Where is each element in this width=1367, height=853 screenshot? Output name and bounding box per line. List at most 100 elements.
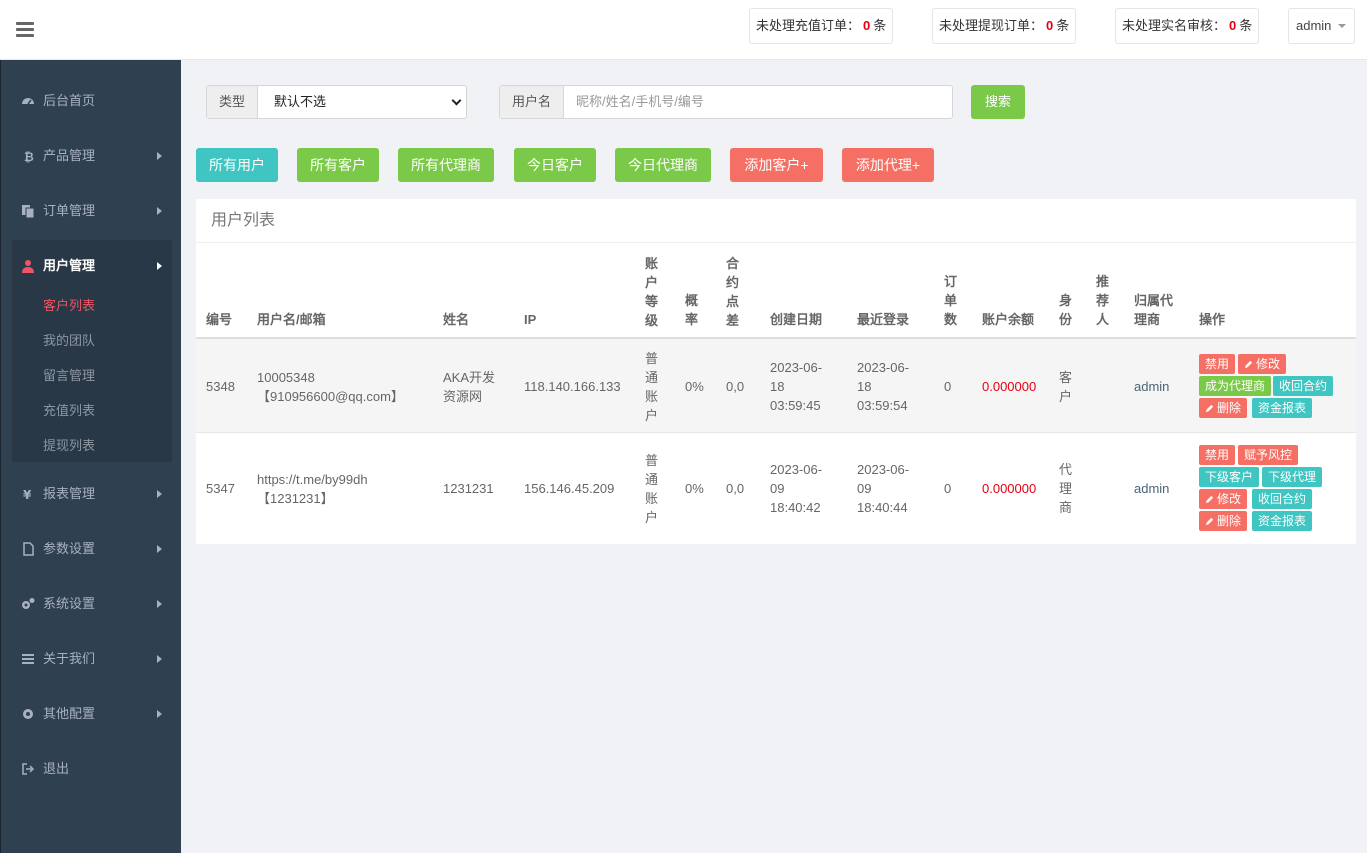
user-list-panel: 用户列表 编号 用户名/邮箱 姓名 IP 账户等级 概率 合约点差 创建日期 最… xyxy=(196,199,1356,544)
sidebar-item-label: 参数设置 xyxy=(43,541,96,556)
pending-verification-notice[interactable]: 未处理实名审核： 0 条 xyxy=(1115,8,1260,44)
revoke-contract-button[interactable]: 收回合约 xyxy=(1273,376,1334,396)
gears-icon xyxy=(22,597,35,609)
sidebar-item-users[interactable]: 用户管理 xyxy=(12,238,172,293)
sidebar-item-other[interactable]: 其他配置 xyxy=(1,686,182,741)
fund-report-button[interactable]: 资金报表 xyxy=(1252,398,1313,418)
column-header: 账户等级 xyxy=(645,256,659,328)
table-row: 5347 https://t.me/by99dh 【1231231】 12312… xyxy=(196,434,1356,542)
edit-button[interactable]: 修改 xyxy=(1238,354,1287,374)
cell-agent[interactable]: admin xyxy=(1134,377,1169,396)
column-header: 合约点差 xyxy=(726,256,740,328)
sidebar-subitem-team[interactable]: 我的团队 xyxy=(43,323,95,358)
username-search-input[interactable]: 昵称/姓名/手机号/编号 xyxy=(564,86,952,118)
revoke-contract-button[interactable]: 收回合约 xyxy=(1252,489,1313,509)
cell-role: 客户 xyxy=(1059,370,1073,404)
cell-level: 普通账户 xyxy=(645,351,659,423)
column-header: 订单数 xyxy=(944,274,958,327)
notice-unit: 条 xyxy=(1056,18,1070,33)
sub-agents-button[interactable]: 下级代理 xyxy=(1262,467,1323,487)
sidebar-item-products[interactable]: ₿ 产品管理 xyxy=(1,128,182,183)
sub-customers-button[interactable]: 下级客户 xyxy=(1199,467,1260,487)
sidebar-subitem-messages[interactable]: 留言管理 xyxy=(43,358,95,393)
fund-report-button[interactable]: 资金报表 xyxy=(1252,511,1313,531)
column-header: 身份 xyxy=(1059,293,1073,327)
today-customers-button[interactable]: 今日客户 xyxy=(514,148,596,182)
disable-button[interactable]: 禁用 xyxy=(1199,354,1236,374)
sidebar-item-reports[interactable]: ¥ 报表管理 xyxy=(1,466,182,521)
add-customer-button[interactable]: 添加客户+ xyxy=(730,148,823,182)
all-users-button[interactable]: 所有用户 xyxy=(196,148,278,182)
cell-ip: 156.146.45.209 xyxy=(524,481,615,496)
sidebar-item-label: 系统设置 xyxy=(43,596,96,611)
grant-risk-control-button[interactable]: 赋予风控 xyxy=(1238,445,1299,465)
sidebar-item-logout[interactable]: 退出 xyxy=(1,741,182,796)
column-header: 姓名 xyxy=(443,312,470,327)
chevron-right-icon xyxy=(157,490,162,498)
admin-user-dropdown[interactable]: admin xyxy=(1288,8,1355,44)
sidebar-item-label: 用户管理 xyxy=(43,258,96,273)
notice-count: 0 xyxy=(863,18,871,33)
delete-button[interactable]: 删除 xyxy=(1199,398,1248,418)
disable-button[interactable]: 禁用 xyxy=(1199,445,1236,465)
cell-agent[interactable]: admin xyxy=(1134,479,1169,498)
cell-orders: 0 xyxy=(944,481,952,496)
sidebar-item-system[interactable]: 系统设置 xyxy=(1,576,182,631)
pencil-icon xyxy=(1205,517,1214,526)
sidebar-item-label: 关于我们 xyxy=(43,651,96,666)
search-button[interactable]: 搜索 xyxy=(971,85,1025,119)
sidebar-subitem-recharge[interactable]: 充值列表 xyxy=(43,393,95,428)
cell-balance: 0.000000 xyxy=(982,379,1037,394)
sidebar-item-label: 报表管理 xyxy=(43,486,96,501)
pending-withdraw-notice[interactable]: 未处理提现订单： 0 条 xyxy=(932,8,1077,44)
notice-label: 未处理提现订单： xyxy=(939,18,1044,33)
sidebar-subitem-customers[interactable]: 客户列表 xyxy=(43,288,95,323)
sidebar-item-params[interactable]: 参数设置 xyxy=(1,521,182,576)
caret-down-icon xyxy=(1338,24,1346,28)
today-agents-button[interactable]: 今日代理商 xyxy=(615,148,711,182)
hamburger-menu-icon[interactable] xyxy=(16,22,34,38)
delete-label: 删除 xyxy=(1217,401,1242,415)
delete-label: 删除 xyxy=(1217,514,1242,528)
type-select-value: 默认不选 xyxy=(274,94,327,109)
sidebar: 后台首页 ₿ 产品管理 订单管理 用户管理 客户列表 我的团队 留言管理 充值列表… xyxy=(0,60,181,853)
sidebar-item-about[interactable]: 关于我们 xyxy=(1,631,182,686)
edit-button[interactable]: 修改 xyxy=(1199,489,1248,509)
cell-orders: 0 xyxy=(944,379,952,394)
column-header: 概率 xyxy=(685,293,699,327)
chevron-right-icon xyxy=(157,600,162,608)
pencil-icon xyxy=(1205,404,1214,413)
sidebar-item-orders[interactable]: 订单管理 xyxy=(1,183,182,238)
cell-username: 10005348 xyxy=(257,370,315,385)
cell-balance: 0.000000 xyxy=(982,481,1037,496)
all-agents-button[interactable]: 所有代理商 xyxy=(398,148,494,182)
notice-count: 0 xyxy=(1046,18,1054,33)
cell-name: AKA开发资源网 xyxy=(443,370,496,404)
delete-button[interactable]: 删除 xyxy=(1199,511,1248,531)
column-header: IP xyxy=(524,312,537,327)
yen-icon: ¥ xyxy=(23,488,32,501)
sidebar-subitem-withdraw[interactable]: 提现列表 xyxy=(43,428,95,463)
column-header: 编号 xyxy=(206,312,233,327)
sidebar-item-home[interactable]: 后台首页 xyxy=(1,73,182,128)
chevron-right-icon xyxy=(157,655,162,663)
notice-count: 0 xyxy=(1229,18,1237,33)
panel-title: 用户列表 xyxy=(196,199,1356,243)
column-header: 账户余额 xyxy=(982,312,1035,327)
notice-unit: 条 xyxy=(873,18,887,33)
type-select[interactable]: 默认不选 xyxy=(258,86,466,118)
all-customers-button[interactable]: 所有客户 xyxy=(297,148,379,182)
pending-recharge-notice[interactable]: 未处理充值订单： 0 条 xyxy=(749,8,894,44)
sidebar-item-label: 订单管理 xyxy=(43,203,96,218)
copy-icon xyxy=(22,204,35,218)
cell-email: 【910956600@qq.com】 xyxy=(257,389,404,404)
make-agent-button[interactable]: 成为代理商 xyxy=(1199,376,1272,396)
cell-spread: 0,0 xyxy=(726,379,745,394)
type-label: 类型 xyxy=(207,86,259,118)
add-agent-button[interactable]: 添加代理+ xyxy=(842,148,934,182)
bars-icon xyxy=(22,653,34,664)
chevron-right-icon xyxy=(157,545,162,553)
chevron-right-icon xyxy=(157,207,162,215)
sign-out-icon xyxy=(22,762,35,775)
column-header: 归属代理商 xyxy=(1134,293,1174,327)
